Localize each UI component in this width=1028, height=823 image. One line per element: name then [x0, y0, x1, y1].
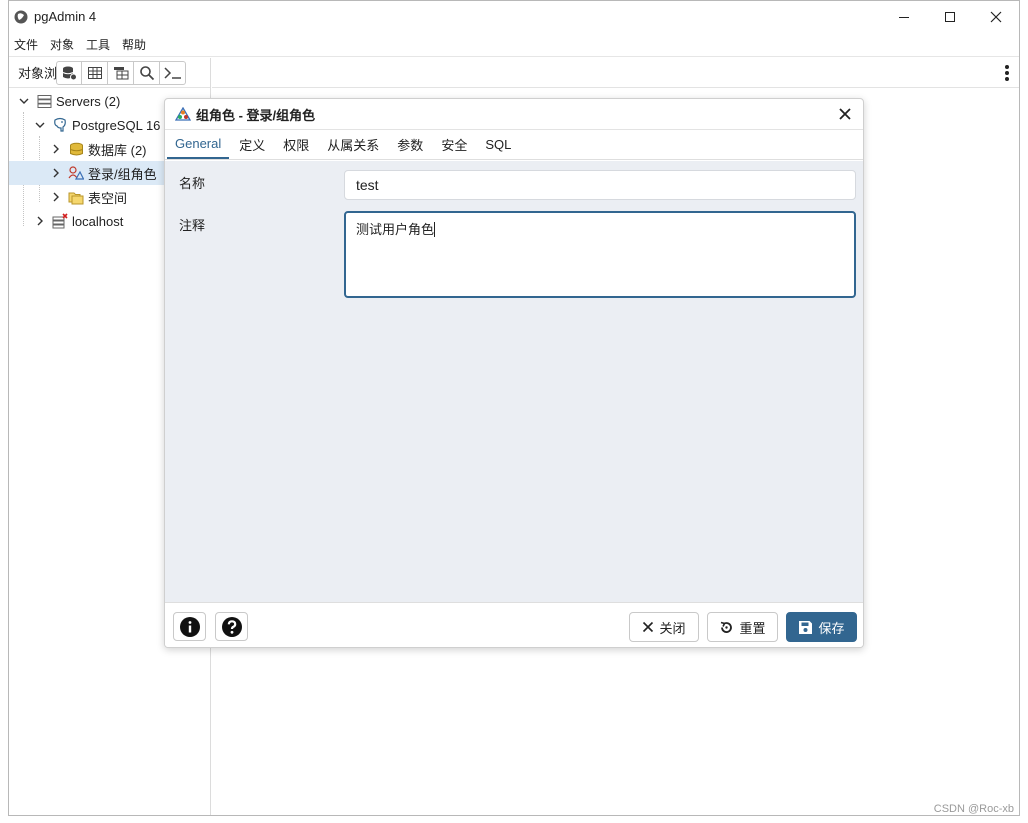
reset-button[interactable]: 重置 — [707, 612, 778, 642]
maximize-button[interactable] — [927, 1, 973, 32]
main-toolbar — [212, 58, 1019, 88]
minimize-icon — [899, 16, 909, 18]
comment-label: 注释 — [179, 218, 206, 233]
menu-object[interactable]: 对象 — [44, 36, 80, 53]
tablespaces-folder-icon — [68, 189, 84, 205]
info-icon — [179, 616, 200, 637]
chevron-right-icon[interactable] — [34, 215, 46, 227]
tree-item-label: 登录/组角色 — [88, 166, 157, 182]
maximize-icon — [945, 11, 955, 22]
pgadmin-logo-icon — [14, 10, 28, 23]
chevron-down-icon[interactable] — [34, 119, 46, 131]
reset-button-label: 重置 — [739, 620, 766, 636]
roles-icon — [175, 107, 191, 121]
dialog-footer: 关闭 重置 保存 — [165, 602, 863, 647]
menu-file[interactable]: 文件 — [9, 36, 44, 53]
close-icon — [643, 621, 654, 633]
text-caret — [434, 222, 436, 237]
dialog-tabs: General 定义 权限 从属关系 参数 安全 SQL — [165, 130, 863, 160]
info-button[interactable] — [173, 612, 206, 641]
table-icon — [87, 66, 102, 79]
close-button-label: 关闭 — [659, 620, 686, 636]
search-icon — [139, 65, 154, 80]
name-label: 名称 — [179, 176, 206, 191]
tree-item-label: Servers (2) — [56, 93, 121, 109]
tab-membership[interactable]: 从属关系 — [319, 130, 387, 159]
search-objects-button[interactable] — [134, 60, 160, 85]
title-bar: pgAdmin 4 — [9, 1, 1019, 32]
more-options-icon[interactable] — [1005, 65, 1009, 81]
name-input[interactable]: test — [344, 170, 856, 200]
tab-definition[interactable]: 定义 — [231, 130, 273, 159]
terminal-icon — [163, 66, 181, 79]
tab-security[interactable]: 安全 — [433, 130, 475, 159]
close-window-button[interactable] — [973, 1, 1019, 32]
databases-icon — [68, 141, 84, 157]
dialog-title: 组角色 - 登录/组角色 — [196, 107, 316, 123]
minimize-button[interactable] — [881, 1, 927, 32]
psql-tool-button[interactable] — [160, 60, 186, 85]
filter-table-icon — [113, 66, 128, 79]
dialog-header[interactable]: 组角色 - 登录/组角色 — [165, 99, 863, 130]
postgresql-elephant-icon — [52, 117, 68, 133]
close-icon — [990, 11, 1002, 22]
reset-icon — [721, 621, 733, 633]
menu-bar: 文件 对象 工具 帮助 — [9, 32, 1019, 57]
tab-parameters[interactable]: 参数 — [389, 130, 431, 159]
roles-icon — [68, 165, 84, 181]
database-icon — [62, 66, 77, 80]
tab-sql[interactable]: SQL — [477, 130, 519, 159]
help-button[interactable] — [215, 612, 248, 641]
comment-text: 测试用户角色 — [356, 222, 435, 237]
save-button-label: 保存 — [818, 620, 845, 636]
comment-textarea[interactable]: 测试用户角色 — [344, 211, 856, 298]
query-tool-db-button[interactable] — [56, 60, 82, 85]
menu-tools[interactable]: 工具 — [80, 36, 116, 53]
save-button[interactable]: 保存 — [786, 612, 857, 642]
window-controls — [881, 1, 1019, 32]
tree-item-label: 表空间 — [88, 190, 128, 206]
close-button[interactable]: 关闭 — [629, 612, 699, 642]
tree-item-label: PostgreSQL 16 — [72, 117, 161, 133]
window-title: pgAdmin 4 — [34, 9, 97, 24]
chevron-right-icon[interactable] — [50, 191, 62, 203]
help-icon — [221, 616, 242, 637]
tab-general[interactable]: General — [167, 130, 230, 159]
browser-toolbar: 对象浏览器 — [9, 58, 210, 88]
save-icon — [799, 620, 813, 634]
tab-privileges[interactable]: 权限 — [275, 130, 317, 159]
create-group-role-dialog: 组角色 - 登录/组角色 General 定义 权限 从属关系 参数 安全 SQ… — [164, 98, 864, 648]
chevron-right-icon[interactable] — [50, 167, 62, 179]
chevron-down-icon[interactable] — [18, 95, 30, 107]
chevron-right-icon[interactable] — [50, 143, 62, 155]
tree-item-label: 数据库 (2) — [88, 142, 147, 158]
tree-item-label: localhost — [72, 213, 124, 229]
dialog-body: 名称 test 注释 测试用户角色 — [165, 161, 863, 602]
watermark-text: CSDN @Roc-xb — [933, 803, 1014, 815]
menu-help[interactable]: 帮助 — [116, 36, 152, 53]
browser-tab-title[interactable]: 对象浏览器 — [18, 63, 56, 82]
close-icon[interactable] — [837, 106, 853, 122]
servers-icon — [36, 93, 52, 109]
filtered-rows-button[interactable] — [108, 60, 134, 85]
view-data-button[interactable] — [82, 60, 108, 85]
disconnected-server-icon — [52, 213, 68, 229]
